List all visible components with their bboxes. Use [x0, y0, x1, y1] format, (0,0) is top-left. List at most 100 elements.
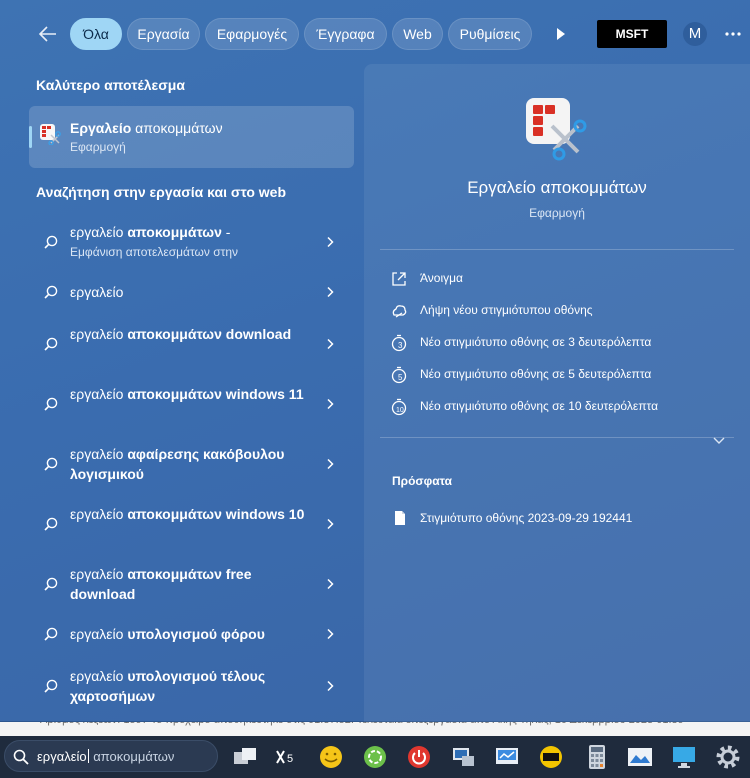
tab-all[interactable]: Όλα [70, 18, 122, 50]
search-icon [44, 517, 58, 531]
recent-item[interactable]: Στιγμιότυπο οθόνης 2023-09-29 192441 [390, 508, 690, 530]
suggestion-plain: εργαλείο [70, 224, 128, 240]
web-suggestion-text: εργαλείο [70, 282, 310, 302]
smiley-app-icon[interactable] [316, 742, 346, 772]
search-icon [44, 285, 58, 299]
search-icon [44, 627, 58, 641]
web-suggestion-text: εργαλείο αποκομμάτων windows 10 [70, 504, 310, 524]
timer-app-icon[interactable]: 5 [272, 742, 302, 772]
detail-pane: Εργαλείο αποκομμάτων Εφαρμογή Άνοιγμα Λήψ… [364, 64, 750, 722]
web-suggestion-text: εργαλείο υπολογισμού φόρου [70, 624, 310, 644]
more-options-button[interactable] [722, 22, 744, 46]
pdf-app-icon[interactable] [536, 742, 566, 772]
network-app-icon[interactable] [448, 742, 478, 772]
web-suggestion-text: εργαλείο αποκομμάτων windows 11 [70, 384, 310, 404]
web-suggestion-item[interactable]: εργαλείο υπολογισμού φόρου [29, 624, 354, 644]
suggestion-after: - [221, 224, 231, 240]
suggestion-plain: εργαλείο [70, 506, 128, 522]
chevron-right-icon [327, 458, 334, 470]
suggestion-plain: εργαλείο [70, 446, 128, 462]
stock-badge[interactable]: MSFT [597, 20, 667, 48]
search-icon [13, 749, 29, 765]
action-item[interactable]: Άνοιγμα [380, 267, 720, 291]
avatar[interactable]: M [683, 22, 707, 46]
settings-icon[interactable] [713, 742, 743, 772]
calculator-icon[interactable] [582, 742, 612, 772]
tab-apps[interactable]: Εφαρμογές [205, 18, 299, 50]
expand-button[interactable] [712, 432, 726, 444]
web-suggestion-item[interactable]: εργαλείο αφαίρεσης κακόβουλου λογισμικού [29, 444, 354, 484]
divider [380, 437, 734, 438]
app-title: Εργαλείο αποκομμάτων [467, 178, 647, 197]
snip-icon [392, 305, 407, 318]
action-item[interactable]: 5 Νέο στιγμιότυπο οθόνης σε 5 δευτερόλεπτ… [380, 363, 720, 387]
suggestion-plain: εργαλείο [70, 284, 124, 300]
more-filters-button[interactable] [550, 24, 570, 44]
action-label: Νέο στιγμιότυπο οθόνης σε 5 δευτερόλεπτα [420, 367, 652, 381]
recycle-app-icon[interactable] [360, 742, 390, 772]
web-suggestion-text: εργαλείο αφαίρεσης κακόβουλου λογισμικού [70, 444, 310, 484]
action-label: Άνοιγμα [420, 271, 463, 285]
chevron-right-icon [327, 578, 334, 590]
tab-documents[interactable]: Έγγραφα [304, 18, 387, 50]
tab-web[interactable]: Web [392, 18, 443, 50]
chevron-right-icon [327, 338, 334, 350]
web-suggestion-item[interactable]: εργαλείο αποκομμάτων windows 10 [29, 504, 354, 544]
best-match-name-bold: Εργαλείο [70, 120, 132, 136]
web-suggestion-item[interactable]: εργαλείο υπολογισμού τέλους χαρτοσήμων [29, 666, 354, 706]
svg-text:10: 10 [396, 407, 404, 414]
image-viewer-icon[interactable] [625, 742, 655, 772]
best-match-type: Εφαρμογή [70, 140, 126, 154]
web-suggestion-item[interactable]: εργαλείο αποκομμάτων free download [29, 564, 354, 604]
best-match-heading: Καλύτερο αποτέλεσμα [36, 77, 185, 93]
suggestion-bold: αποκομμάτων windows 10 [127, 506, 305, 522]
action-label: Νέο στιγμιότυπο οθόνης σε 3 δευτερόλεπτα [420, 335, 652, 349]
web-search-heading: Αναζήτηση στην εργασία και στο web [36, 184, 287, 200]
web-suggestion-item[interactable]: εργαλείο αποκομμάτων windows 11 [29, 384, 354, 424]
taskbar-search-input[interactable]: εργαλείο αποκομμάτων [4, 740, 218, 772]
best-match-name-rest: αποκομμάτων [131, 120, 223, 136]
display-app-icon[interactable] [492, 742, 522, 772]
best-match-name: Εργαλείο αποκομμάτων [70, 120, 223, 136]
back-button[interactable] [36, 22, 62, 46]
chevron-right-icon [327, 236, 334, 248]
play-icon [557, 28, 565, 40]
suggestion-plain: εργαλείο [70, 668, 128, 684]
best-match-item[interactable]: Εργαλείο αποκομμάτων Εφαρμογή [29, 106, 354, 168]
action-label: Νέο στιγμιότυπο οθόνης σε 10 δευτερόλεπτ… [420, 399, 659, 413]
web-suggestion-item[interactable]: εργαλείο αποκομμάτων download [29, 324, 354, 364]
chevron-right-icon [327, 628, 334, 640]
web-suggestion-text: εργαλείο αποκομμάτων download [70, 324, 310, 344]
open-external-icon [392, 272, 406, 286]
chevron-down-icon [713, 437, 725, 444]
suggestion-plain: εργαλείο [70, 626, 128, 642]
action-item[interactable]: 10 Νέο στιγμιότυπο οθόνης σε 10 δευτερόλε… [380, 395, 720, 419]
search-icon [44, 397, 58, 411]
tab-work[interactable]: Εργασία [127, 18, 200, 50]
timer-label: 5 [287, 753, 293, 765]
timer-10-icon: 10 [391, 398, 407, 416]
taskbar: εργαλείο αποκομμάτων 5 [0, 736, 750, 778]
suggestion-plain: εργαλείο [70, 566, 128, 582]
chevron-right-icon [327, 518, 334, 530]
chevron-right-icon [327, 398, 334, 410]
tab-settings[interactable]: Ρυθμίσεις [448, 18, 532, 50]
start-search-panel: Όλα Εργασία Εφαρμογές Έγγραφα Web Ρυθμίσ… [0, 0, 750, 722]
suggestion-bold: αποκομμάτων windows 11 [127, 386, 304, 402]
svg-text:5: 5 [398, 373, 403, 382]
search-icon [44, 457, 58, 471]
monitor-icon[interactable] [669, 742, 699, 772]
recent-item-label: Στιγμιότυπο οθόνης 2023-09-29 192441 [420, 511, 633, 525]
text-caret [87, 749, 89, 763]
action-item[interactable]: Λήψη νέου στιγμιότυπου οθόνης [380, 299, 720, 323]
timer-5-icon: 5 [391, 366, 407, 384]
action-item[interactable]: 3 Νέο στιγμιότυπο οθόνης σε 3 δευτερόλεπτ… [380, 331, 720, 355]
chevron-right-icon [327, 286, 334, 298]
web-suggestion-item[interactable]: εργαλείο [29, 282, 354, 302]
power-app-icon[interactable] [404, 742, 434, 772]
search-icon [44, 679, 58, 693]
file-icon [395, 511, 405, 525]
web-suggestion-text: εργαλείο υπολογισμού τέλους χαρτοσήμων [70, 666, 310, 706]
task-view-icon[interactable] [230, 742, 260, 772]
web-suggestion-item[interactable]: εργαλείο αποκομμάτων - Εμφάνιση αποτελεσμ… [29, 222, 354, 262]
